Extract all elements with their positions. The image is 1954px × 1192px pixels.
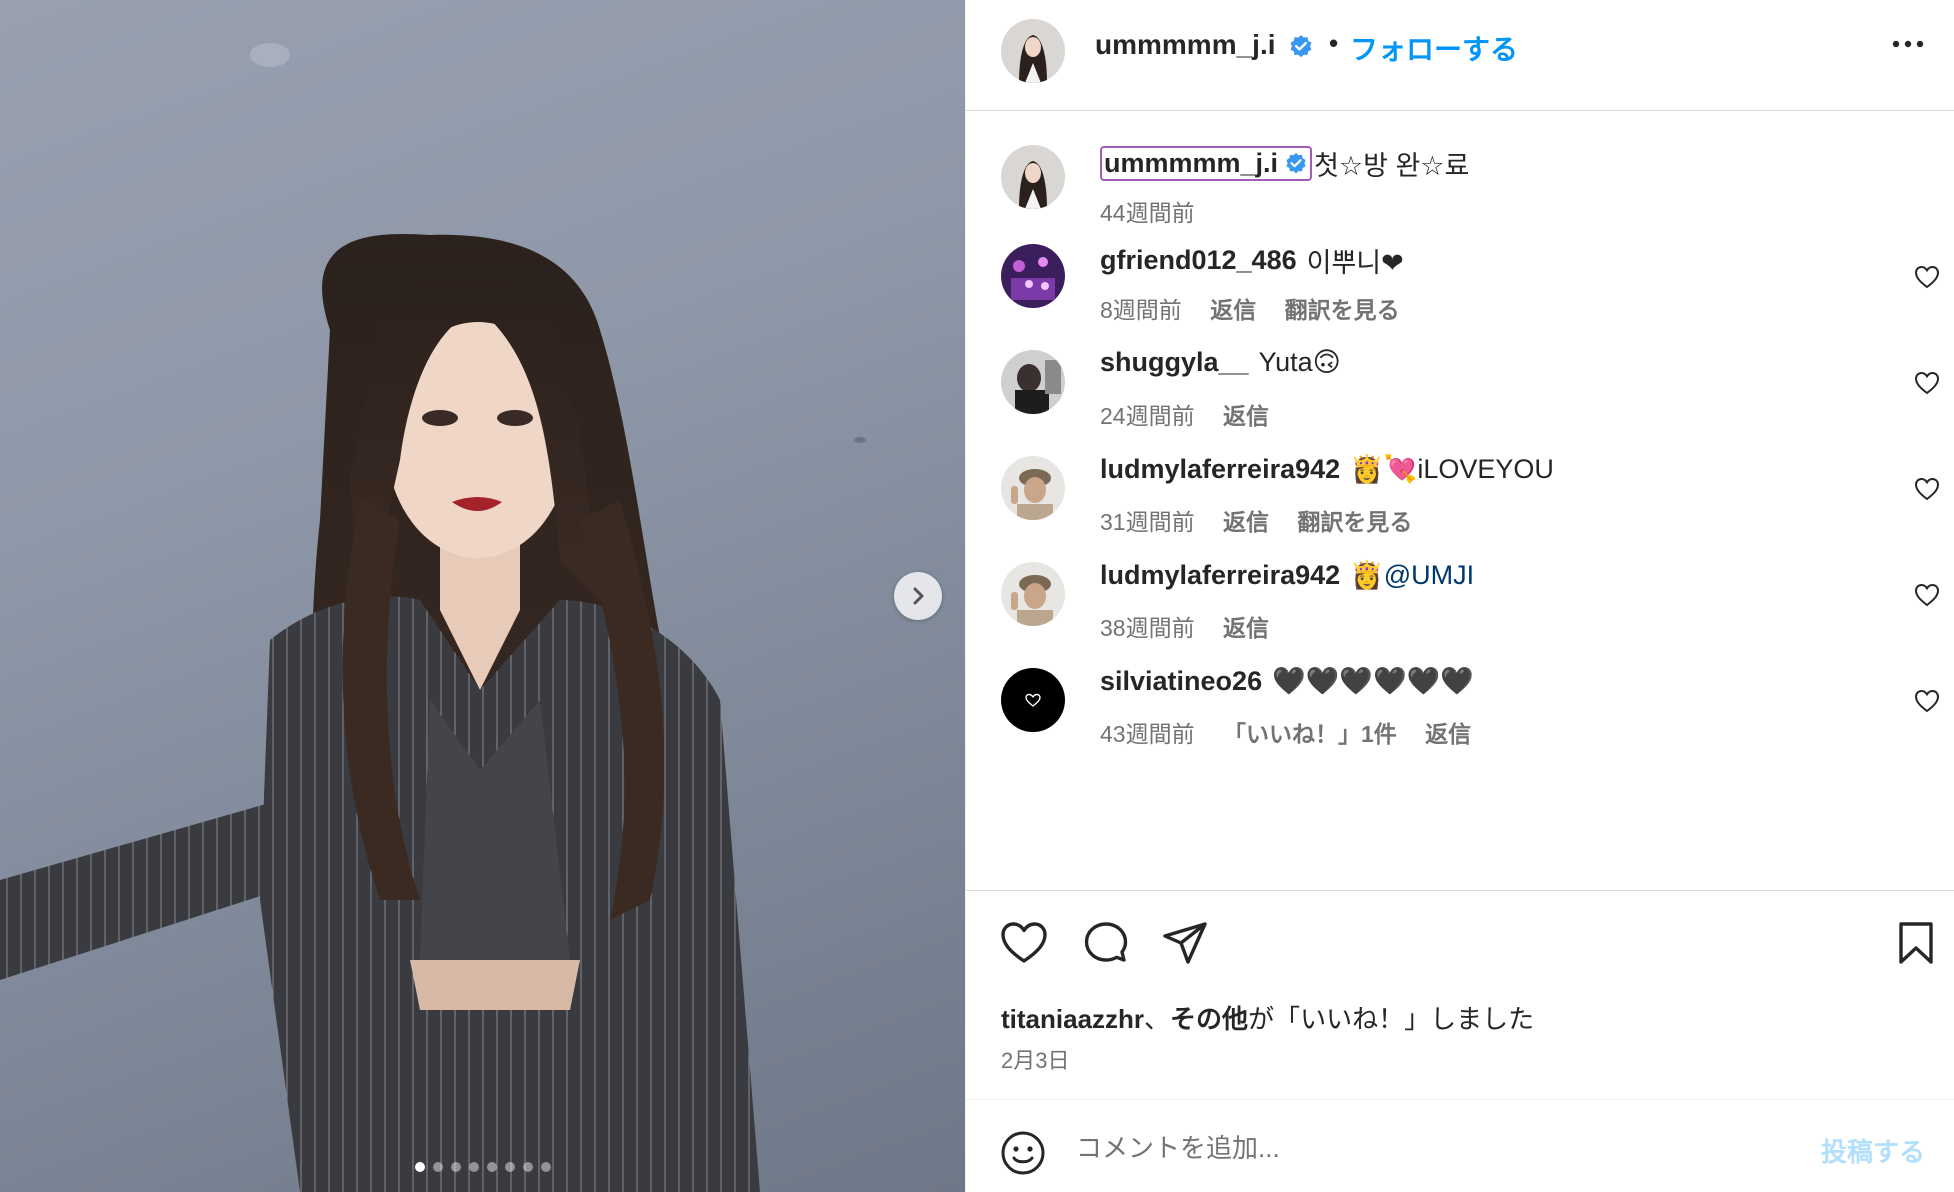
- comment-like-heart-icon[interactable]: [1914, 265, 1940, 294]
- comment-like-heart-icon[interactable]: [1914, 689, 1940, 718]
- more-options-icon[interactable]: [1891, 36, 1925, 54]
- commenter-avatar[interactable]: [1001, 562, 1065, 626]
- caption-username-highlight[interactable]: ummmmm_j.i: [1100, 146, 1313, 181]
- avatar-image: [1001, 244, 1065, 308]
- comment-row: ludmylaferreira942 👸💘iLOVEYOU 31週間前 返信 翻…: [966, 425, 1954, 545]
- add-comment-bar: 投稿する: [966, 1099, 1954, 1192]
- avatar-image: [1001, 456, 1065, 520]
- comment-meta: 43週間前 「いいね！」1件 返信: [1100, 715, 1493, 749]
- post-photo[interactable]: [0, 0, 965, 1192]
- comment-username[interactable]: ludmylaferreira942: [1100, 560, 1340, 591]
- carousel-dot: [414, 1162, 425, 1172]
- carousel-dot: [450, 1162, 461, 1172]
- next-image-button[interactable]: [894, 572, 942, 620]
- post-date[interactable]: 2月3日: [1001, 1043, 1069, 1075]
- comment-bubble-icon[interactable]: [1082, 921, 1130, 972]
- comment-line: shuggyla__ Yuta🙃: [1100, 347, 1341, 378]
- reply-button[interactable]: 返信: [1425, 721, 1471, 747]
- bookmark-icon[interactable]: [1896, 921, 1936, 970]
- avatar-image: [1001, 350, 1065, 414]
- carousel-indicator: [0, 1162, 965, 1172]
- comment-row: shuggyla__ Yuta🙃 24週間前 返信: [966, 319, 1954, 439]
- comment-line: ludmylaferreira942 👸 @UMJI: [1100, 559, 1474, 591]
- comment-like-heart-icon[interactable]: [1914, 583, 1940, 612]
- comment-row: gfriend012_486 이뿌니❤ 8週間前 返信 翻訳を見る: [966, 213, 1954, 333]
- liker-username[interactable]: titaniaazzhr: [1001, 1004, 1144, 1034]
- comment-emoji: 👸: [1350, 560, 1384, 590]
- post-actions: titaniaazzhr、その他が「いいね！」しました 2月3日: [966, 890, 1954, 1099]
- likes-suffix: が「いいね！」しました: [1248, 1004, 1535, 1034]
- comment-text: 이뿌니❤: [1306, 248, 1404, 278]
- comment-row: silviatineo26 🖤🖤🖤🖤🖤🖤 43週間前 「いいね！」1件 返信: [966, 637, 1954, 757]
- carousel-dot: [432, 1162, 443, 1172]
- likes-separator: 、: [1144, 1004, 1171, 1034]
- comment-username[interactable]: silviatineo26: [1100, 666, 1262, 697]
- post-detail-panel: ummmmm_j.i • フォローする ummmmm_j.i 첫☆방 완☆료 4…: [965, 0, 1954, 1192]
- comment-input[interactable]: [1076, 1124, 1736, 1172]
- comment-line: silviatineo26 🖤🖤🖤🖤🖤🖤: [1100, 665, 1474, 697]
- comment-username[interactable]: gfriend012_486: [1100, 245, 1297, 276]
- carousel-dot: [486, 1162, 497, 1172]
- comment-text: 👸💘iLOVEYOU: [1350, 454, 1554, 484]
- chevron-right-icon: [913, 587, 924, 605]
- comment-username[interactable]: shuggyla__: [1100, 347, 1249, 378]
- likes-summary[interactable]: titaniaazzhr、その他が「いいね！」しました: [1001, 999, 1534, 1036]
- author-username[interactable]: ummmmm_j.i: [1095, 29, 1276, 61]
- verified-badge-icon: [1288, 34, 1314, 65]
- commenter-avatar[interactable]: [1001, 350, 1065, 414]
- comment-mention-link[interactable]: @UMJI: [1384, 560, 1474, 591]
- comment-text: 🖤🖤🖤🖤🖤🖤: [1272, 666, 1474, 696]
- comment-row: ludmylaferreira942 👸 @UMJI 38週間前 返信: [966, 531, 1954, 651]
- commenter-avatar[interactable]: [1001, 456, 1065, 520]
- author-avatar[interactable]: [1001, 19, 1065, 83]
- avatar-image: [1001, 145, 1065, 209]
- avatar-image: [1001, 668, 1065, 732]
- commenter-avatar[interactable]: [1001, 668, 1065, 732]
- comment-like-heart-icon[interactable]: [1914, 371, 1940, 400]
- comment-username[interactable]: ludmylaferreira942: [1100, 454, 1340, 485]
- post-comment-button[interactable]: 投稿する: [1821, 1132, 1925, 1169]
- comment-time: 43週間前: [1100, 721, 1195, 747]
- caption-username[interactable]: ummmmm_j.i: [1104, 148, 1278, 179]
- post-image: [0, 43, 866, 1192]
- commenter-avatar[interactable]: [1001, 244, 1065, 308]
- comment-like-heart-icon[interactable]: [1914, 477, 1940, 506]
- verified-badge-icon: [1286, 152, 1306, 173]
- comment-line: gfriend012_486 이뿌니❤: [1100, 241, 1404, 280]
- comment-list[interactable]: ummmmm_j.i 첫☆방 완☆료 44週間前 gfriend012_486 …: [966, 112, 1954, 890]
- share-send-icon[interactable]: [1162, 921, 1208, 970]
- comment-text: Yuta🙃: [1258, 347, 1341, 377]
- caption-text: 첫☆방 완☆료: [1314, 151, 1470, 181]
- likes-others-link[interactable]: その他: [1170, 1004, 1248, 1034]
- post-header: ummmmm_j.i • フォローする: [966, 0, 1954, 111]
- author-avatar[interactable]: [1001, 145, 1065, 209]
- emoji-smiley-icon[interactable]: [1000, 1130, 1046, 1181]
- like-heart-icon[interactable]: [1000, 921, 1048, 970]
- caption-line: ummmmm_j.i 첫☆방 완☆료: [1100, 144, 1469, 183]
- carousel-dot: [468, 1162, 479, 1172]
- header-separator: •: [1329, 28, 1339, 58]
- carousel-dot: [504, 1162, 515, 1172]
- avatar-image: [1001, 19, 1065, 83]
- carousel-dot: [540, 1162, 551, 1172]
- comment-line: ludmylaferreira942 👸💘iLOVEYOU: [1100, 453, 1554, 485]
- avatar-image: [1001, 562, 1065, 626]
- follow-button[interactable]: フォローする: [1350, 28, 1518, 68]
- comment-likes-count[interactable]: 「いいね！」1件: [1223, 721, 1397, 747]
- carousel-dot: [522, 1162, 533, 1172]
